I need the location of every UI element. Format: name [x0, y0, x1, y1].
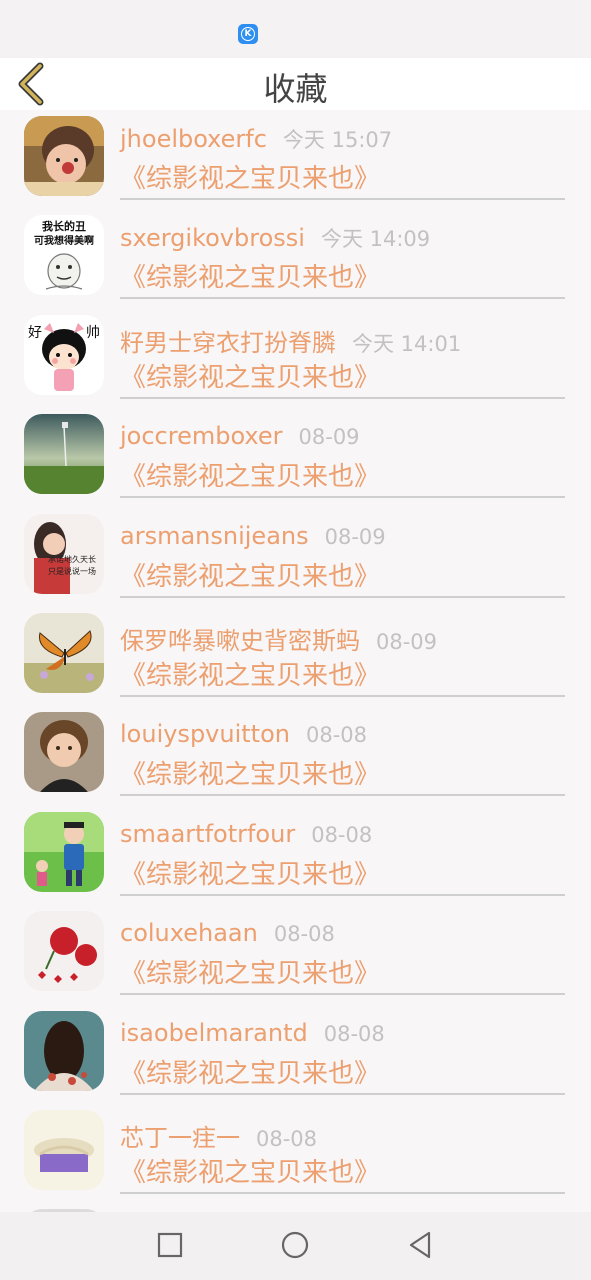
avatar — [24, 712, 104, 793]
list-item[interactable]: 保罗哗暴嗽史背密斯蚂 08-09 《综影视之宝贝来也》 — [0, 607, 591, 706]
divider — [120, 198, 565, 200]
item-header: isaobelmarantd 08-08 — [120, 1019, 385, 1047]
list-item[interactable]: 承诺地久天长 只是说说一场 arsmansnijeans 08-09 《综影视之… — [0, 508, 591, 607]
divider — [120, 1092, 565, 1095]
divider — [120, 297, 565, 300]
recent-apps-button[interactable] — [157, 1232, 183, 1262]
svg-text:帅: 帅 — [86, 325, 100, 341]
work-title: 《综影视之宝贝来也》 — [120, 760, 381, 791]
divider — [120, 396, 565, 399]
item-header: 保罗哗暴嗽史背密斯蚂 08-09 — [120, 621, 437, 656]
system-nav-bar — [0, 1212, 591, 1280]
timestamp: 08-09 — [376, 629, 438, 654]
svg-text:可我想得美啊: 可我想得美啊 — [34, 234, 94, 247]
username: smaartfotrfour — [120, 819, 296, 848]
page-title: 收藏 — [263, 70, 328, 108]
list-item[interactable]: 好 帅 籽男士穿衣打扮脊膦 今天 14:01 《综影视之宝贝来也》 — [0, 309, 591, 408]
home-button[interactable] — [281, 1231, 309, 1263]
circle-icon — [281, 1231, 309, 1259]
item-header: jhoelboxerfc 今天 15:07 — [120, 124, 392, 154]
avatar — [24, 612, 104, 693]
work-title: 《综影视之宝贝来也》 — [120, 462, 381, 493]
list-item[interactable]: smaartfotrfour 08-08 《综影视之宝贝来也》 — [0, 806, 591, 905]
list-item[interactable]: 我长的丑 可我想得美啊 sxergikovbrossi 今天 14:09 《综影… — [0, 209, 591, 308]
timestamp: 08-08 — [311, 822, 373, 847]
triangle-back-icon — [409, 1231, 431, 1259]
item-header: 芯丁一疰一 08-08 — [120, 1118, 317, 1153]
list-item[interactable] — [0, 1203, 591, 1212]
avatar: 我长的丑 可我想得美啊 — [24, 215, 104, 296]
timestamp: 08-08 — [323, 1021, 385, 1046]
svg-text:承诺地久天长: 承诺地久天长 — [48, 554, 96, 564]
work-title: 《综影视之宝贝来也》 — [120, 1157, 381, 1188]
item-header: arsmansnijeans 08-09 — [120, 522, 386, 550]
item-header: sxergikovbrossi 今天 14:09 — [120, 223, 430, 253]
list-item[interactable]: 芯丁一疰一 08-08 《综影视之宝贝来也》 — [0, 1104, 591, 1203]
username: isaobelmarantd — [120, 1018, 308, 1047]
divider — [120, 993, 565, 996]
avatar — [24, 116, 104, 196]
timestamp: 08-09 — [298, 425, 360, 450]
divider — [120, 595, 565, 598]
divider — [120, 694, 565, 697]
username: 保罗哗暴嗽史背密斯蚂 — [120, 626, 360, 655]
avatar — [24, 911, 104, 992]
list-item[interactable]: louiyspvuitton 08-08 《综影视之宝贝来也》 — [0, 706, 591, 805]
avatar: 好 帅 — [24, 314, 104, 395]
list-item[interactable]: isaobelmarantd 08-08 《综影视之宝贝来也》 — [0, 1005, 591, 1104]
work-title: 《综影视之宝贝来也》 — [120, 660, 381, 691]
username: arsmansnijeans — [120, 521, 309, 550]
avatar — [24, 414, 104, 495]
list-item[interactable]: coluxehaan 08-08 《综影视之宝贝来也》 — [0, 905, 591, 1004]
svg-text:好: 好 — [28, 325, 42, 341]
status-bar: K — [0, 0, 591, 58]
work-title: 《综影视之宝贝来也》 — [120, 561, 381, 592]
username: sxergikovbrossi — [120, 224, 305, 253]
username: coluxehaan — [120, 919, 258, 948]
item-header: coluxehaan 08-08 — [120, 919, 335, 947]
back-nav-button[interactable] — [407, 1231, 433, 1263]
timestamp: 今天 14:09 — [320, 227, 431, 252]
avatar — [24, 1109, 104, 1190]
username: louiyspvuitton — [120, 720, 290, 749]
square-icon — [157, 1232, 183, 1258]
list-item[interactable]: joccremboxer 08-09 《综影视之宝贝来也》 — [0, 408, 591, 507]
divider — [120, 1191, 565, 1194]
timestamp: 08-08 — [256, 1126, 318, 1151]
item-header: 籽男士穿衣打扮脊膦 今天 14:01 — [120, 323, 461, 358]
avatar — [24, 1010, 104, 1091]
username: 芯丁一疰一 — [120, 1123, 240, 1152]
username: joccremboxer — [120, 422, 283, 451]
app-header: 收藏 — [0, 58, 591, 110]
timestamp: 08-09 — [324, 524, 386, 549]
timestamp: 08-08 — [305, 723, 367, 748]
list-item[interactable]: jhoelboxerfc 今天 15:07 《综影视之宝贝来也》 — [0, 110, 591, 209]
item-header: smaartfotrfour 08-08 — [120, 820, 372, 848]
work-title: 《综影视之宝贝来也》 — [120, 164, 381, 194]
username: 籽男士穿衣打扮脊膦 — [120, 328, 336, 357]
timestamp: 今天 14:01 — [352, 331, 462, 356]
work-title: 《综影视之宝贝来也》 — [120, 362, 381, 393]
work-title: 《综影视之宝贝来也》 — [120, 859, 381, 890]
k-app-icon: K — [238, 24, 258, 44]
username: jhoelboxerfc — [120, 125, 267, 153]
divider — [120, 794, 565, 797]
work-title: 《综影视之宝贝来也》 — [120, 959, 381, 990]
svg-text:只是说说一场: 只是说说一场 — [48, 566, 96, 576]
work-title: 《综影视之宝贝来也》 — [120, 263, 381, 294]
avatar — [24, 811, 104, 892]
timestamp: 今天 15:07 — [282, 128, 393, 152]
divider — [120, 496, 565, 499]
favorites-list: jhoelboxerfc 今天 15:07 《综影视之宝贝来也》 我长的丑 可我… — [0, 110, 591, 1212]
work-title: 《综影视之宝贝来也》 — [120, 1058, 381, 1089]
item-header: joccremboxer 08-09 — [120, 422, 360, 450]
svg-text:我长的丑: 我长的丑 — [42, 219, 86, 233]
item-header: louiyspvuitton 08-08 — [120, 720, 367, 748]
avatar: 承诺地久天长 只是说说一场 — [24, 513, 104, 594]
divider — [120, 893, 565, 896]
timestamp: 08-08 — [273, 922, 335, 947]
